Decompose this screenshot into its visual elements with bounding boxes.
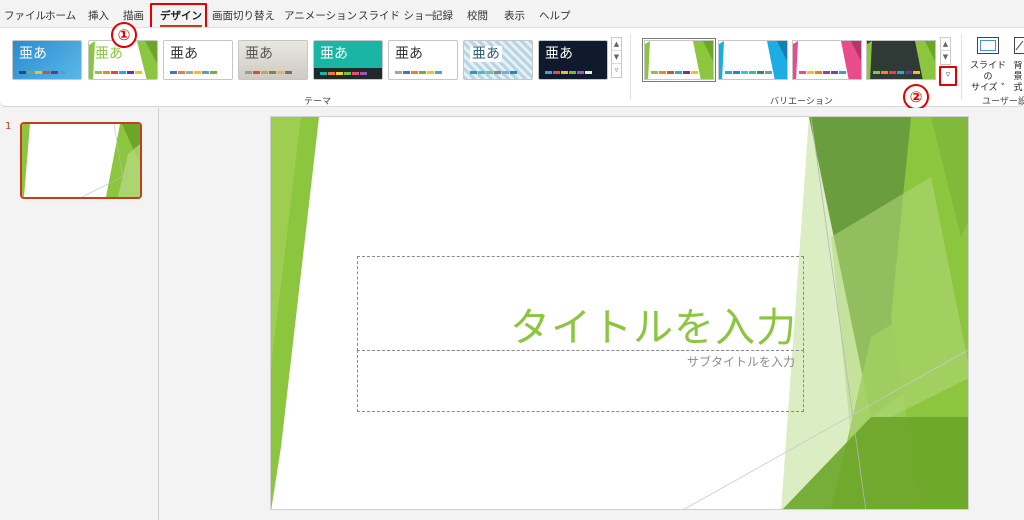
- variation-color-bars: [651, 71, 698, 74]
- step-1-badge: ①: [111, 22, 137, 48]
- tab-help[interactable]: ヘルプ: [539, 8, 571, 23]
- theme-color-bars: [470, 71, 517, 74]
- more-icon[interactable]: ▿: [612, 64, 621, 77]
- theme-preview-text: 亜あ: [245, 46, 273, 62]
- theme-preview-text: 亜あ: [320, 46, 348, 62]
- variation-color-bars: [725, 71, 772, 74]
- theme-color-bars: [19, 71, 66, 74]
- tab-slideshow[interactable]: スライド ショー: [358, 8, 435, 23]
- theme-color-bars: [170, 71, 217, 74]
- tab-draw[interactable]: 描画: [123, 8, 144, 23]
- variation-color-bars: [799, 71, 846, 74]
- group-divider: [961, 34, 962, 100]
- variations-more-button[interactable]: ▿: [939, 66, 957, 86]
- tab-record[interactable]: 記録: [432, 8, 453, 23]
- step-2-badge: ②: [903, 84, 929, 110]
- theme-preview-text: 亜あ: [170, 46, 198, 62]
- theme-preview-text: 亜あ: [95, 46, 123, 62]
- variation-green[interactable]: [642, 38, 716, 82]
- theme-pattern[interactable]: 亜あ: [463, 40, 533, 80]
- slide-size-icon[interactable]: [976, 36, 1000, 56]
- slide-size-label-line1: スライドの: [969, 61, 1006, 82]
- variations-gallery-scroll: ▲ ▼: [940, 37, 951, 65]
- slide-size-button[interactable]: スライドの サイズ ˅: [967, 61, 1009, 94]
- scroll-up-icon[interactable]: ▲: [612, 38, 621, 51]
- themes-group-label: テーマ: [304, 97, 332, 107]
- slide-size-label-line2: サイズ ˅: [970, 83, 1006, 93]
- format-background-icon[interactable]: [1013, 36, 1024, 56]
- title-placeholder[interactable]: タイトルを入力: [357, 256, 804, 351]
- slide-thumbnail-panel: 1: [0, 108, 159, 520]
- theme-teal[interactable]: 亜あ: [313, 40, 383, 80]
- theme-office[interactable]: 亜あ: [163, 40, 233, 80]
- variation-dark[interactable]: [866, 40, 936, 80]
- theme-color-bars: [245, 71, 292, 74]
- theme-preview-text: 亜あ: [19, 46, 47, 62]
- theme-dark-blue[interactable]: 亜あ: [538, 40, 608, 80]
- variation-graphic: [719, 41, 787, 79]
- slide-subtitle: サブタイトルを入力: [686, 355, 795, 369]
- variation-graphic: [867, 41, 935, 79]
- subtitle-placeholder[interactable]: サブタイトルを入力: [357, 350, 804, 412]
- scroll-down-icon[interactable]: ▼: [941, 51, 950, 64]
- theme-gray-texture[interactable]: 亜あ: [238, 40, 308, 80]
- variation-blue[interactable]: [718, 40, 788, 80]
- theme-preview-text: 亜あ: [470, 46, 502, 62]
- slide-title: タイトルを入力: [510, 305, 797, 351]
- format-background-label-line1: 背景: [1013, 61, 1023, 82]
- variation-color-bars: [873, 71, 920, 74]
- variation-graphic: [793, 41, 861, 79]
- tab-review[interactable]: 校閲: [467, 8, 488, 23]
- tab-view[interactable]: 表示: [504, 8, 525, 23]
- scroll-up-icon[interactable]: ▲: [941, 38, 950, 51]
- tab-file[interactable]: ファイル: [4, 8, 46, 23]
- theme-preview-text: 亜あ: [395, 46, 423, 62]
- theme-color-bars: [314, 68, 382, 79]
- themes-gallery-scroll: ▲ ▼ ▿: [611, 37, 622, 78]
- tab-insert[interactable]: 挿入: [88, 8, 109, 23]
- slide-thumbnail-graphic: [22, 124, 140, 197]
- theme-white[interactable]: 亜あ: [388, 40, 458, 80]
- theme-color-bars: [545, 71, 592, 74]
- slide-canvas[interactable]: タイトルを入力 サブタイトルを入力: [270, 116, 969, 510]
- tab-animations[interactable]: アニメーション: [284, 8, 357, 23]
- variation-pink[interactable]: [792, 40, 862, 80]
- theme-color-bars: [95, 71, 142, 74]
- variations-group-label: バリエーション: [770, 97, 833, 107]
- theme-color-bars: [395, 71, 442, 74]
- tab-home[interactable]: ホーム: [45, 8, 76, 23]
- slide-thumbnail[interactable]: [20, 122, 142, 199]
- tab-transitions[interactable]: 画面切り替え: [212, 8, 275, 23]
- customize-group-label: ユーザー設: [982, 97, 1024, 107]
- more-icon: ▿: [945, 70, 951, 80]
- format-background-button[interactable]: 背景 式: [1010, 61, 1024, 94]
- group-divider: [630, 34, 631, 100]
- variation-graphic: [645, 41, 713, 79]
- ribbon: 亜あ 亜あ 亜あ 亜あ 亜あ 亜あ 亜あ 亜あ ▲ ▼ ▿ テーマ ▲ ▼ ▿ …: [0, 27, 1024, 107]
- slide-number: 1: [5, 121, 12, 132]
- format-background-label-line2: 式: [1013, 83, 1023, 93]
- scroll-down-icon[interactable]: ▼: [612, 51, 621, 64]
- theme-preview-text: 亜あ: [545, 46, 573, 62]
- theme-blue[interactable]: 亜あ: [12, 40, 82, 80]
- highlight-design-tab: [150, 3, 207, 30]
